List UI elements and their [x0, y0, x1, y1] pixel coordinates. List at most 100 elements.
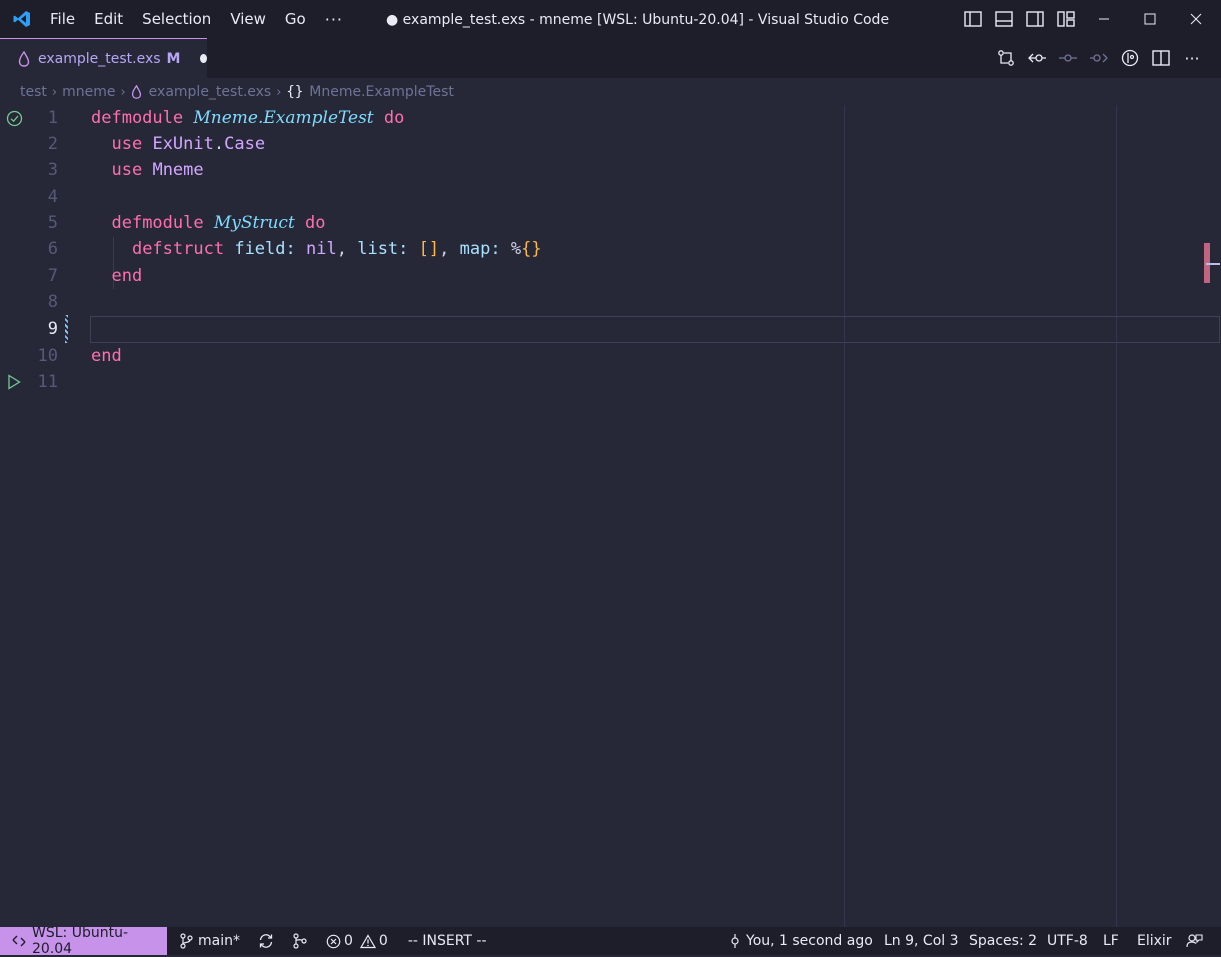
eol-setting[interactable]: LF [1103, 927, 1119, 955]
menu-more-button[interactable]: ··· [325, 10, 343, 29]
chevron-right-icon: › [120, 84, 126, 100]
encoding-label: UTF-8 [1047, 933, 1088, 949]
code-editor[interactable]: 1 defmodule Mneme.ExampleTest do 2 use E… [0, 105, 1221, 927]
keyword-token: use [111, 160, 143, 180]
line-number: 6 [47, 239, 58, 259]
line-number: 2 [47, 134, 58, 154]
keyword-token: end [111, 266, 143, 286]
atom-key-token: field: [234, 239, 296, 259]
branch-label: main* [198, 933, 240, 949]
vscode-logo-icon[interactable] [12, 9, 32, 29]
problems-indicator[interactable]: 0 0 [326, 933, 388, 949]
line-number: 8 [47, 292, 58, 312]
breadcrumb: test › mneme › example_test.exs › {} Mne… [0, 79, 1221, 105]
sync-button[interactable] [258, 933, 274, 949]
code-line: 7 end [0, 263, 1221, 289]
code-line: 4 [0, 184, 1221, 210]
dot-token: . [213, 134, 225, 154]
git-lens-icon[interactable] [1120, 48, 1140, 68]
keyword-token: defmodule [111, 213, 204, 233]
atom-key-token: list: [357, 239, 409, 259]
menu-go[interactable]: Go [285, 0, 306, 38]
sync-icon [258, 933, 274, 949]
toggle-secondary-sidebar-icon[interactable] [1025, 9, 1045, 29]
language-mode[interactable]: Elixir [1137, 927, 1172, 955]
chevron-right-icon: › [51, 84, 58, 100]
elixir-file-icon [18, 50, 30, 67]
alias-token: ExUnit [152, 134, 214, 154]
remote-indicator[interactable]: WSL: Ubuntu-20.04 [0, 925, 167, 957]
bracket-token: {} [521, 239, 542, 259]
line-number: 3 [47, 160, 58, 180]
git-graph-button[interactable] [292, 933, 308, 949]
unsaved-dot-icon[interactable] [200, 54, 207, 63]
cursor-position-label: Ln 9, Col 3 [884, 933, 959, 949]
toggle-primary-sidebar-icon[interactable] [963, 9, 983, 29]
previous-change-icon[interactable] [1027, 48, 1047, 68]
git-blame-label: You, 1 second ago [746, 933, 873, 949]
remote-icon [12, 934, 26, 948]
nil-token: nil [306, 239, 337, 259]
menu-edit[interactable]: Edit [94, 0, 123, 38]
language-label: Elixir [1137, 933, 1172, 949]
warning-count: 0 [378, 933, 388, 949]
menu-view[interactable]: View [230, 0, 266, 38]
comma-token: , [336, 239, 347, 259]
encoding-setting[interactable]: UTF-8 [1047, 927, 1088, 955]
git-commit-icon [730, 933, 740, 949]
code-line-current: 9 [0, 316, 1221, 342]
line-number: 7 [47, 266, 58, 286]
open-changes-icon[interactable] [996, 48, 1016, 68]
line-number-current: 9 [47, 319, 58, 339]
maximize-icon[interactable] [1127, 0, 1173, 38]
feedback-button[interactable] [1186, 927, 1203, 955]
code-line: 6 defstruct field: nil, list: [], map: %… [0, 236, 1221, 262]
toggle-panel-icon[interactable] [994, 9, 1014, 29]
commit-icon[interactable] [1058, 48, 1078, 68]
keyword-token: do [383, 108, 405, 128]
split-editor-icon[interactable] [1151, 48, 1171, 68]
breadcrumb-symbol[interactable]: Mneme.ExampleTest [309, 84, 454, 100]
next-change-icon[interactable] [1089, 48, 1109, 68]
customize-layout-icon[interactable] [1056, 9, 1076, 29]
line-number: 1 [47, 108, 58, 128]
bracket-token: [] [418, 239, 440, 259]
minimize-icon[interactable] [1081, 0, 1127, 38]
vim-mode-label: -- INSERT -- [407, 933, 487, 949]
code-line: 8 [0, 289, 1221, 315]
warning-icon [359, 933, 376, 949]
code-line: 2 use ExUnit.Case [0, 131, 1221, 157]
menu-file[interactable]: File [50, 0, 75, 38]
keyword-token: end [91, 346, 122, 366]
git-modified-badge: M [166, 50, 181, 67]
vim-mode-indicator: -- INSERT -- [408, 933, 487, 949]
atom-key-token: map: [459, 239, 501, 259]
eol-label: LF [1103, 933, 1119, 949]
keyword-token: do [305, 213, 326, 233]
branch-indicator[interactable]: main* [179, 933, 240, 949]
alias-token: Mneme [152, 160, 204, 180]
indentation-setting[interactable]: Spaces: 2 [969, 927, 1037, 955]
keyword-token: defmodule [91, 108, 184, 128]
elixir-file-icon [131, 85, 142, 99]
breadcrumb-test[interactable]: test [20, 84, 47, 100]
cursor-position[interactable]: Ln 9, Col 3 [884, 927, 959, 955]
percent-token: % [510, 239, 522, 259]
tab-example-test[interactable]: example_test.exs M [0, 38, 207, 78]
git-blame-indicator[interactable]: You, 1 second ago [730, 927, 873, 955]
status-bar: WSL: Ubuntu-20.04 main* 0 0 -- INSERT -- [0, 925, 1221, 957]
remote-label: WSL: Ubuntu-20.04 [32, 925, 128, 957]
git-compare-icon [292, 933, 308, 949]
more-actions-icon[interactable]: ··· [1182, 48, 1202, 68]
code-line: 11 [0, 369, 1221, 395]
breadcrumb-mneme[interactable]: mneme [62, 84, 115, 100]
breadcrumb-file[interactable]: example_test.exs [149, 84, 272, 100]
tab-label: example_test.exs [38, 50, 161, 67]
menu-selection[interactable]: Selection [142, 0, 211, 38]
code-line: 5 defmodule MyStruct do [0, 210, 1221, 236]
indentation-label: Spaces: 2 [969, 933, 1038, 949]
line-number: 4 [47, 187, 58, 207]
line-number: 11 [37, 372, 58, 392]
code-line: 3 use Mneme [0, 157, 1221, 183]
close-window-icon[interactable] [1173, 0, 1219, 38]
